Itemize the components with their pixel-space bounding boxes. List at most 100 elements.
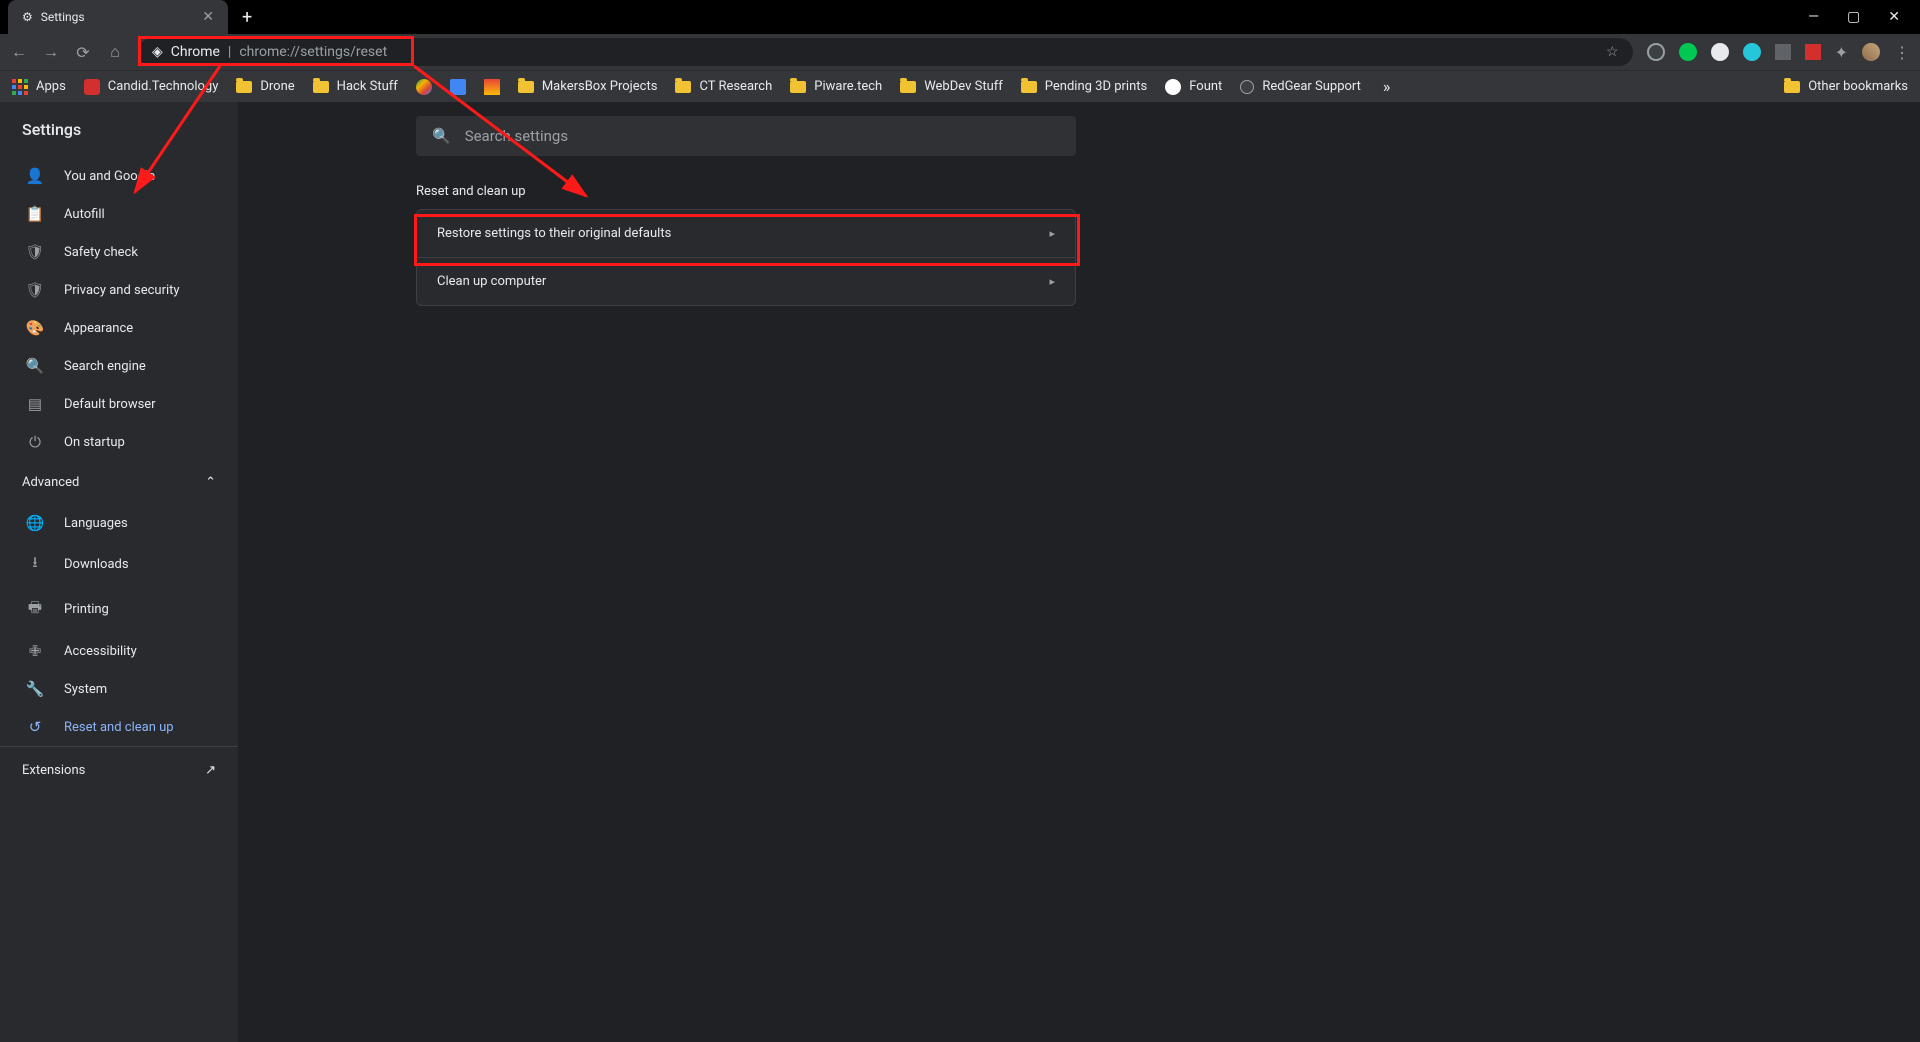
sidebar-advanced-label: Advanced bbox=[22, 475, 79, 490]
window-controls: ― ▢ ✕ bbox=[1808, 9, 1920, 25]
bookmarks-bar: Apps Candid.Technology Drone Hack Stuff … bbox=[0, 70, 1920, 102]
bookmark-item[interactable]: Pending 3D prints bbox=[1021, 79, 1147, 94]
sidebar-item-reset[interactable]: ↺Reset and clean up bbox=[0, 708, 238, 746]
bookmark-label: Hack Stuff bbox=[337, 79, 398, 94]
sidebar-item-languages[interactable]: 🌐 Languages bbox=[0, 504, 238, 542]
sidebar-item-appearance[interactable]: 🎨Appearance bbox=[0, 309, 238, 347]
forward-button[interactable]: → bbox=[42, 42, 60, 62]
palette-icon: 🎨 bbox=[26, 319, 44, 337]
clean-up-row[interactable]: Clean up computer ▸ bbox=[417, 257, 1075, 305]
sidebar-item-safety-check[interactable]: 🛡Safety check bbox=[0, 233, 238, 271]
extensions-puzzle-icon[interactable]: ✦ bbox=[1835, 43, 1848, 62]
bookmark-item[interactable]: Fount bbox=[1165, 79, 1222, 95]
minimize-button[interactable]: ― bbox=[1808, 9, 1819, 25]
extension-icon-6[interactable] bbox=[1805, 44, 1821, 60]
close-window-button[interactable]: ✕ bbox=[1888, 9, 1900, 25]
site-info-icon[interactable]: ◈ bbox=[152, 44, 163, 60]
bookmarks-overflow-button[interactable]: » bbox=[1379, 77, 1395, 96]
back-button[interactable]: ← bbox=[10, 42, 28, 62]
bookmark-label: Piware.tech bbox=[814, 79, 882, 94]
bookmark-item[interactable] bbox=[484, 79, 500, 95]
menu-button[interactable]: ⋮ bbox=[1894, 43, 1910, 62]
bookmark-item[interactable]: MakersBox Projects bbox=[518, 79, 658, 94]
titlebar: ⚙ Settings ✕ + ― ▢ ✕ bbox=[0, 0, 1920, 34]
folder-icon bbox=[518, 81, 534, 93]
folder-icon bbox=[790, 81, 806, 93]
folder-icon bbox=[1784, 81, 1800, 93]
bookmark-item[interactable]: CT Research bbox=[675, 79, 772, 94]
sidebar-extensions[interactable]: Extensions↗ bbox=[0, 746, 238, 794]
wrench-icon: 🔧 bbox=[26, 680, 44, 698]
bookmark-label: CT Research bbox=[699, 79, 772, 94]
sidebar-item-label: Printing bbox=[64, 602, 109, 617]
sidebar-item-label: Autofill bbox=[64, 207, 105, 222]
sidebar-item-privacy[interactable]: 🛡Privacy and security bbox=[0, 271, 238, 309]
sidebar-item-label: Reset and clean up bbox=[64, 720, 174, 735]
tab-title: Settings bbox=[41, 10, 85, 24]
sidebar-item-label: Languages bbox=[64, 516, 128, 531]
bookmark-item[interactable] bbox=[416, 79, 432, 95]
chevron-right-icon: ▸ bbox=[1049, 275, 1055, 288]
gmail-icon bbox=[484, 79, 500, 95]
bookmark-item[interactable]: Drone bbox=[236, 79, 294, 94]
bookmark-label: Other bookmarks bbox=[1808, 79, 1908, 94]
bookmark-item[interactable]: WebDev Stuff bbox=[900, 79, 1003, 94]
search-icon: 🔍 bbox=[26, 357, 44, 375]
extension-icon-3[interactable] bbox=[1711, 43, 1729, 61]
address-path: chrome://settings/reset bbox=[239, 44, 387, 60]
sidebar-item-label: On startup bbox=[64, 435, 125, 450]
power-icon: ⏻ bbox=[26, 433, 44, 451]
extension-icon-5[interactable] bbox=[1775, 44, 1791, 60]
bookmark-item[interactable]: RedGear Support bbox=[1240, 79, 1361, 94]
globe-icon: 🌐 bbox=[26, 514, 44, 532]
sidebar-item-on-startup[interactable]: ⏻ On startup bbox=[0, 423, 238, 461]
clipboard-icon: 📋 bbox=[26, 205, 44, 223]
sidebar-advanced-toggle[interactable]: Advanced⌃ bbox=[0, 461, 238, 504]
home-button[interactable]: ⌂ bbox=[106, 42, 124, 62]
bookmark-label: MakersBox Projects bbox=[542, 79, 658, 94]
new-tab-button[interactable]: + bbox=[228, 7, 266, 28]
maximize-button[interactable]: ▢ bbox=[1847, 9, 1860, 25]
sidebar-item-label: Default browser bbox=[64, 397, 156, 412]
sidebar-item-search-engine[interactable]: 🔍Search engine bbox=[0, 347, 238, 385]
bookmark-label: WebDev Stuff bbox=[924, 79, 1003, 94]
sidebar-item-printing[interactable]: 🖶Printing bbox=[0, 587, 238, 632]
sidebar-item-default-browser[interactable]: ▤Default browser bbox=[0, 385, 238, 423]
bookmark-item[interactable]: Candid.Technology bbox=[84, 79, 219, 95]
other-bookmarks[interactable]: Other bookmarks bbox=[1784, 79, 1908, 94]
search-settings[interactable]: 🔍 Search settings bbox=[416, 116, 1076, 156]
sidebar-item-downloads[interactable]: ⭳Downloads bbox=[0, 542, 238, 587]
sidebar-item-you-and-google[interactable]: 👤You and Google bbox=[0, 157, 238, 195]
folder-icon bbox=[675, 81, 691, 93]
folder-icon bbox=[236, 81, 252, 93]
sidebar-item-label: Safety check bbox=[64, 245, 138, 260]
sidebar-item-autofill[interactable]: 📋 Autofill bbox=[0, 195, 238, 233]
download-icon: ⭳ bbox=[26, 552, 44, 577]
extension-icon-4[interactable] bbox=[1743, 43, 1761, 61]
sidebar-item-accessibility[interactable]: ✙Accessibility bbox=[0, 632, 238, 670]
apps-icon bbox=[12, 79, 28, 95]
reset-card: Restore settings to their original defau… bbox=[416, 209, 1076, 306]
bookmark-star-icon[interactable]: ☆ bbox=[1606, 44, 1619, 60]
bookmark-label: Candid.Technology bbox=[108, 79, 219, 94]
extension-icon-1[interactable] bbox=[1647, 43, 1665, 61]
settings-content: 🔍 Search settings Reset and clean up Res… bbox=[238, 102, 1920, 1042]
bookmark-item[interactable] bbox=[450, 79, 466, 95]
bookmark-label: Pending 3D prints bbox=[1045, 79, 1147, 94]
sidebar-item-system[interactable]: 🔧System bbox=[0, 670, 238, 708]
reload-button[interactable]: ⟳ bbox=[74, 43, 92, 62]
address-bar[interactable]: ◈ Chrome | chrome://settings/reset ☆ bbox=[138, 38, 1633, 66]
settings-page: Settings 👤You and Google 📋Autofill 🛡Safe… bbox=[0, 102, 1920, 1042]
bookmark-item[interactable]: Piware.tech bbox=[790, 79, 882, 94]
restore-defaults-row[interactable]: Restore settings to their original defau… bbox=[417, 210, 1075, 257]
bookmark-item[interactable]: Hack Stuff bbox=[313, 79, 398, 94]
bookmark-label: Drone bbox=[260, 79, 294, 94]
tab-close-button[interactable]: ✕ bbox=[202, 9, 214, 25]
browser-tab[interactable]: ⚙ Settings ✕ bbox=[8, 0, 228, 34]
bookmark-apps[interactable]: Apps bbox=[12, 79, 66, 95]
extension-icon-2[interactable] bbox=[1679, 43, 1697, 61]
sidebar-item-label: Accessibility bbox=[64, 644, 137, 659]
site-icon bbox=[84, 79, 100, 95]
site-icon bbox=[1165, 79, 1181, 95]
profile-avatar[interactable] bbox=[1862, 43, 1880, 61]
